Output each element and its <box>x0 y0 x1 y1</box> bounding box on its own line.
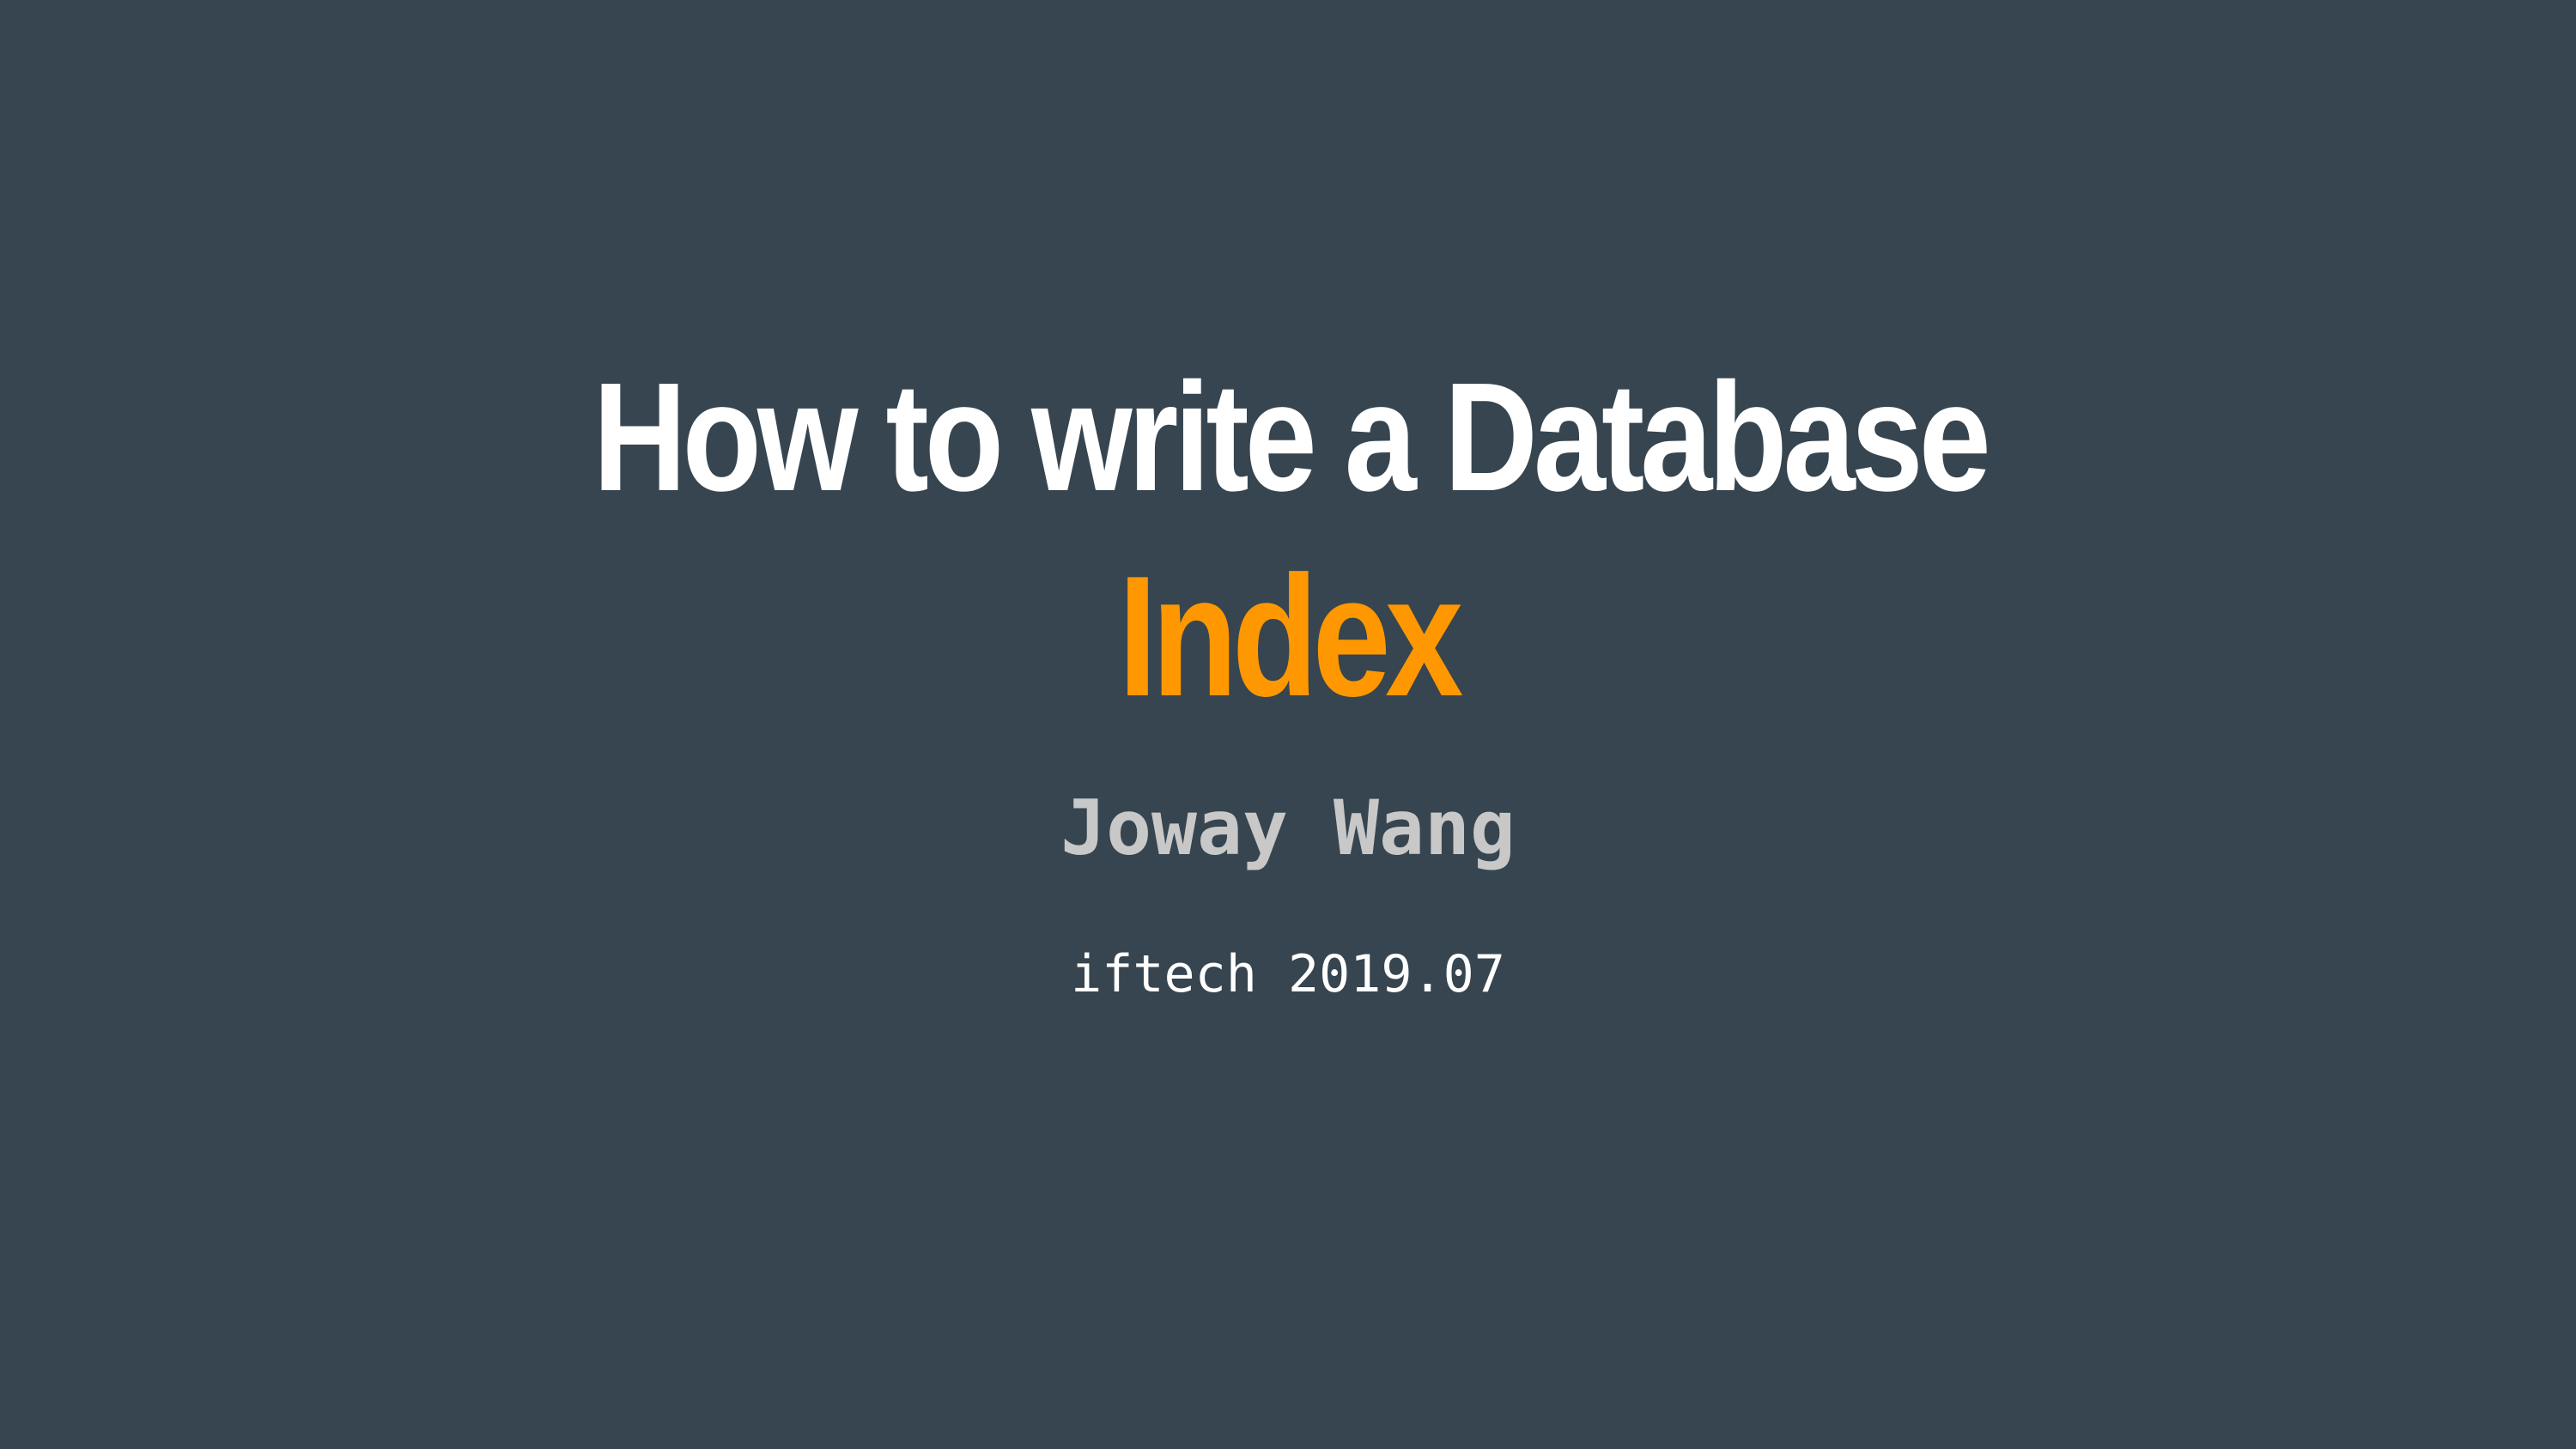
slide-title: How to write a Database <box>592 351 1990 524</box>
organization-date: iftech 2019.07 <box>1071 944 1505 1004</box>
presentation-slide: How to write a Database Index Joway Wang… <box>0 0 2576 1449</box>
author-name: Joway Wang <box>1060 784 1516 872</box>
slide-title-accent: Index <box>1118 541 1463 732</box>
